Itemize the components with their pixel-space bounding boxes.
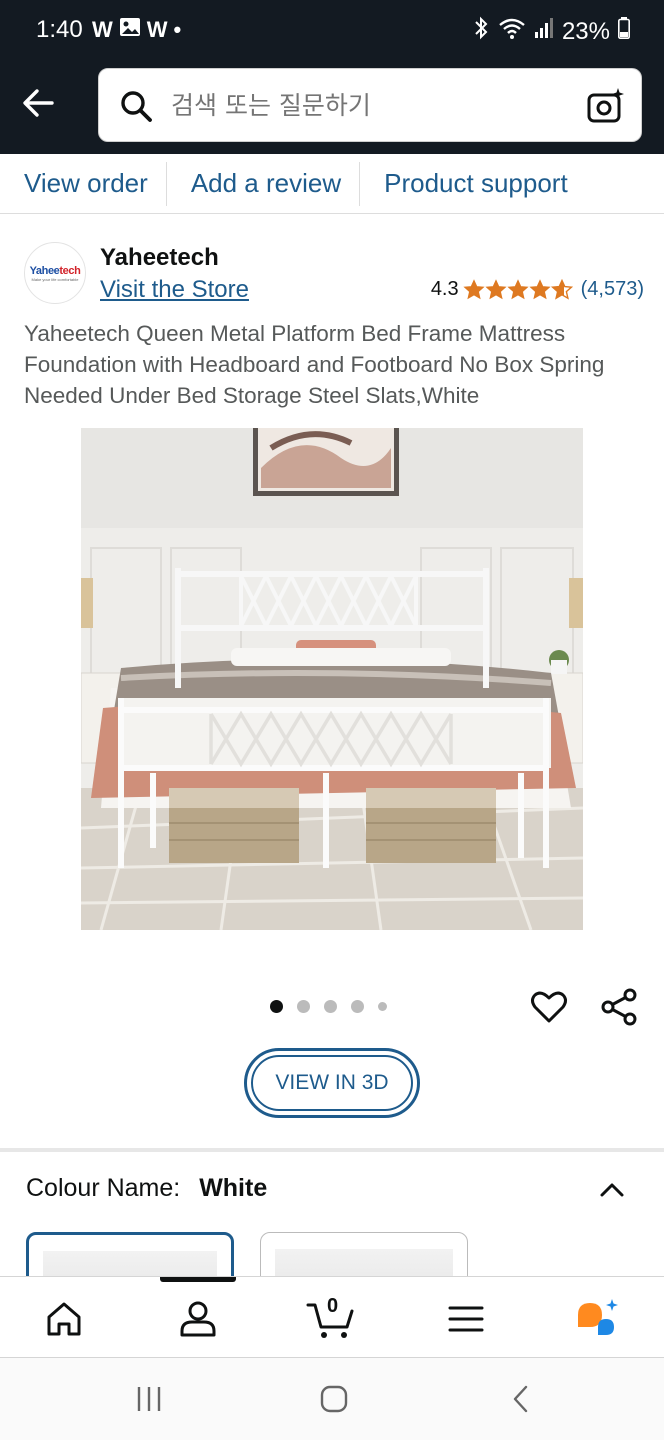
view-in-3d-button[interactable]: VIEW IN 3D	[244, 1048, 420, 1118]
status-notification-icons: W W •	[92, 17, 181, 43]
colour-label: Colour Name:	[26, 1174, 181, 1202]
product-image[interactable]	[81, 428, 583, 930]
swatch-option-2[interactable]	[260, 1232, 468, 1276]
search-input[interactable]	[171, 91, 551, 120]
search-icon	[121, 91, 152, 122]
status-system-icons: 23%	[472, 16, 630, 47]
camera-search-icon[interactable]	[585, 85, 627, 127]
system-navigation-bar	[0, 1358, 664, 1440]
gallery-icon	[119, 17, 141, 43]
brand-logo-wordmark: Yaheetech	[29, 264, 81, 277]
section-divider	[0, 1148, 664, 1152]
order-action-bar: View order Add a review Product support	[0, 154, 664, 214]
brand-logo-tagline: Make your life comfortable	[31, 276, 79, 282]
colour-value: White	[199, 1174, 268, 1202]
app-header	[0, 64, 664, 154]
signal-icon	[534, 17, 554, 46]
swatch-thumbnail	[43, 1251, 217, 1276]
notification-dot-icon: •	[173, 17, 182, 42]
rating-summary[interactable]: 4.3 (4,573)	[431, 278, 644, 301]
bed-frame-illustration	[81, 428, 583, 930]
view-in-3d-label: VIEW IN 3D	[251, 1055, 413, 1111]
cart-count: 0	[327, 1295, 339, 1317]
system-back-icon[interactable]	[506, 1384, 536, 1414]
carousel-dot-3[interactable]	[324, 1000, 337, 1013]
product-support-link[interactable]: Product support	[360, 162, 586, 206]
recent-apps-icon[interactable]	[134, 1384, 164, 1414]
account-icon[interactable]	[176, 1297, 220, 1341]
view-order-link[interactable]: View order	[0, 161, 167, 206]
battery-icon	[618, 17, 630, 46]
carousel-dot-4[interactable]	[351, 1000, 364, 1013]
battery-percent: 23%	[561, 17, 610, 45]
brand-row: Yaheetech Make your life comfortable Yah…	[24, 240, 644, 310]
brand-name: Yaheetech	[100, 244, 219, 271]
home-icon[interactable]	[42, 1297, 86, 1341]
swatch-thumbnail	[275, 1249, 453, 1276]
rating-value: 4.3	[430, 278, 459, 300]
rating-count: (4,573)	[580, 278, 644, 300]
search-bar[interactable]	[98, 68, 642, 142]
status-time: 1:40	[36, 16, 83, 43]
bluetooth-icon	[472, 16, 490, 47]
carousel-dot-2[interactable]	[297, 1000, 310, 1013]
w-app-icon: W	[92, 17, 113, 42]
star-rating-icon	[463, 279, 572, 299]
w-app-icon-2: W	[146, 17, 168, 42]
add-review-link[interactable]: Add a review	[167, 161, 361, 206]
wifi-icon	[498, 16, 526, 47]
rufus-assistant-icon[interactable]	[576, 1297, 620, 1341]
active-tab-indicator	[160, 1277, 236, 1282]
carousel-dot-1[interactable]	[270, 1000, 283, 1013]
brand-logo[interactable]: Yaheetech Make your life comfortable	[24, 242, 86, 304]
colour-selector-header[interactable]: Colour Name: White	[26, 1174, 636, 1214]
back-arrow-icon[interactable]	[18, 82, 60, 124]
swatch-white-selected[interactable]	[26, 1232, 234, 1276]
home-button-icon[interactable]	[319, 1384, 349, 1414]
menu-icon[interactable]	[444, 1297, 488, 1341]
image-carousel-dots[interactable]	[270, 1000, 387, 1013]
visit-store-link[interactable]: Visit the Store	[100, 276, 249, 304]
colour-swatches	[26, 1232, 646, 1276]
product-title: Yaheetech Queen Metal Platform Bed Frame…	[24, 321, 605, 408]
carousel-dot-5[interactable]	[378, 1002, 387, 1011]
share-icon[interactable]	[600, 988, 638, 1026]
wishlist-heart-icon[interactable]	[530, 988, 568, 1026]
status-bar: 1:40 W W • 23%	[0, 0, 664, 64]
chevron-up-icon[interactable]	[598, 1176, 626, 1204]
